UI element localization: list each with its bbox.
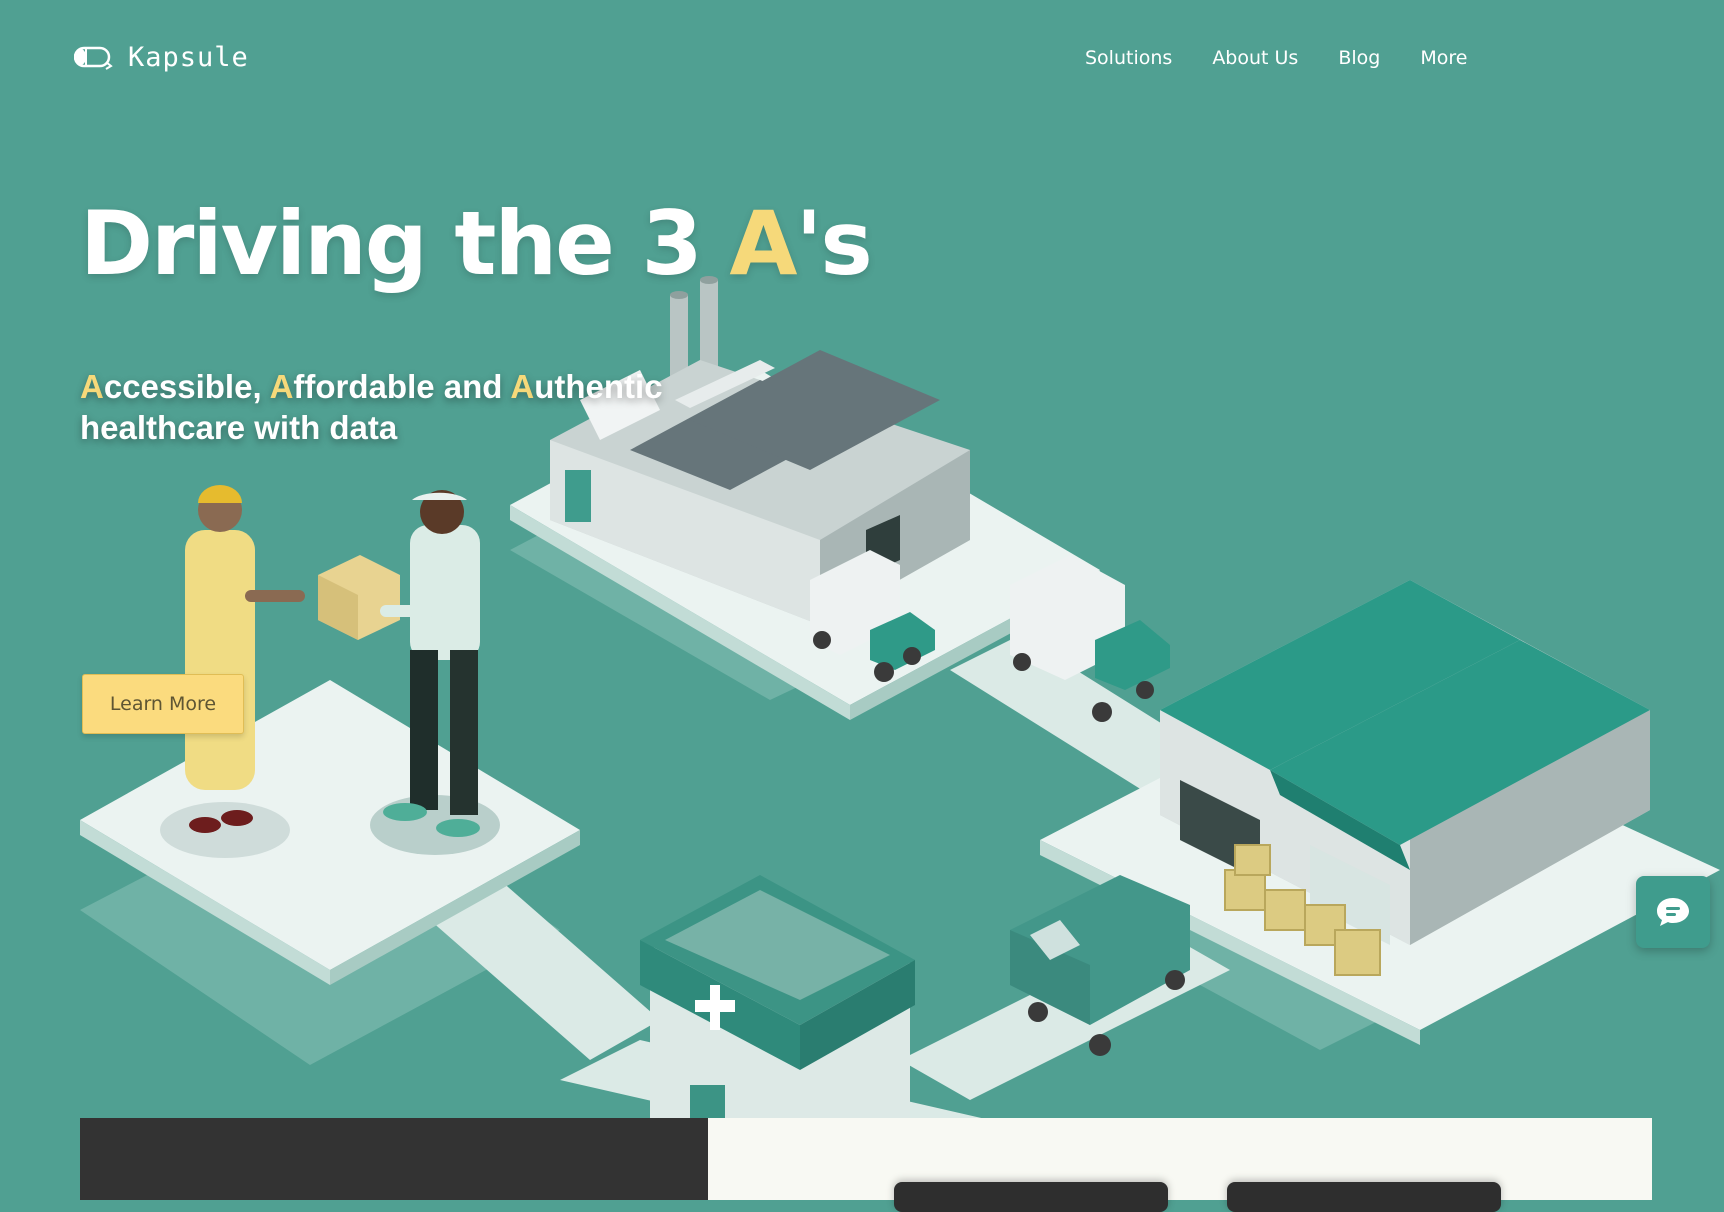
nav-solutions[interactable]: Solutions [1085, 47, 1172, 69]
subtitle-accent-3: A [510, 368, 535, 405]
hero-illustration [80, 276, 1720, 1200]
package-box [318, 555, 400, 640]
nav-more[interactable]: More [1420, 47, 1467, 69]
subtitle-accent-2: A [269, 368, 294, 405]
hero-subtitle: Accessible, Affordable and Authentic hea… [80, 366, 720, 448]
brand-name: Kapsule [128, 42, 249, 73]
chat-bubble-icon [1657, 898, 1689, 926]
hero-title-pre: Driving the 3 [80, 192, 730, 295]
main-nav: Solutions About Us Blog More [1085, 47, 1467, 69]
feature-panel-light [708, 1118, 1652, 1212]
chat-widget-button[interactable] [1636, 876, 1710, 948]
nav-about-us[interactable]: About Us [1212, 47, 1298, 69]
feature-card-1[interactable] [894, 1182, 1168, 1212]
capsule-logo-icon [74, 46, 113, 70]
hero-title-accent: A [729, 192, 797, 295]
feature-panel [80, 1118, 1652, 1212]
learn-more-button[interactable]: Learn More [82, 674, 244, 734]
subtitle-text-2: ffordable and [293, 368, 511, 405]
subtitle-text-1: ccessible, [103, 368, 270, 405]
nav-blog[interactable]: Blog [1338, 47, 1380, 69]
hero-title: Driving the 3 A's [80, 195, 873, 293]
subtitle-accent-1: A [80, 368, 104, 405]
feature-panel-dark [80, 1118, 708, 1200]
brand-logo[interactable]: Kapsule [74, 42, 249, 73]
hero-title-post: 's [795, 192, 872, 295]
feature-card-2[interactable] [1227, 1182, 1501, 1212]
